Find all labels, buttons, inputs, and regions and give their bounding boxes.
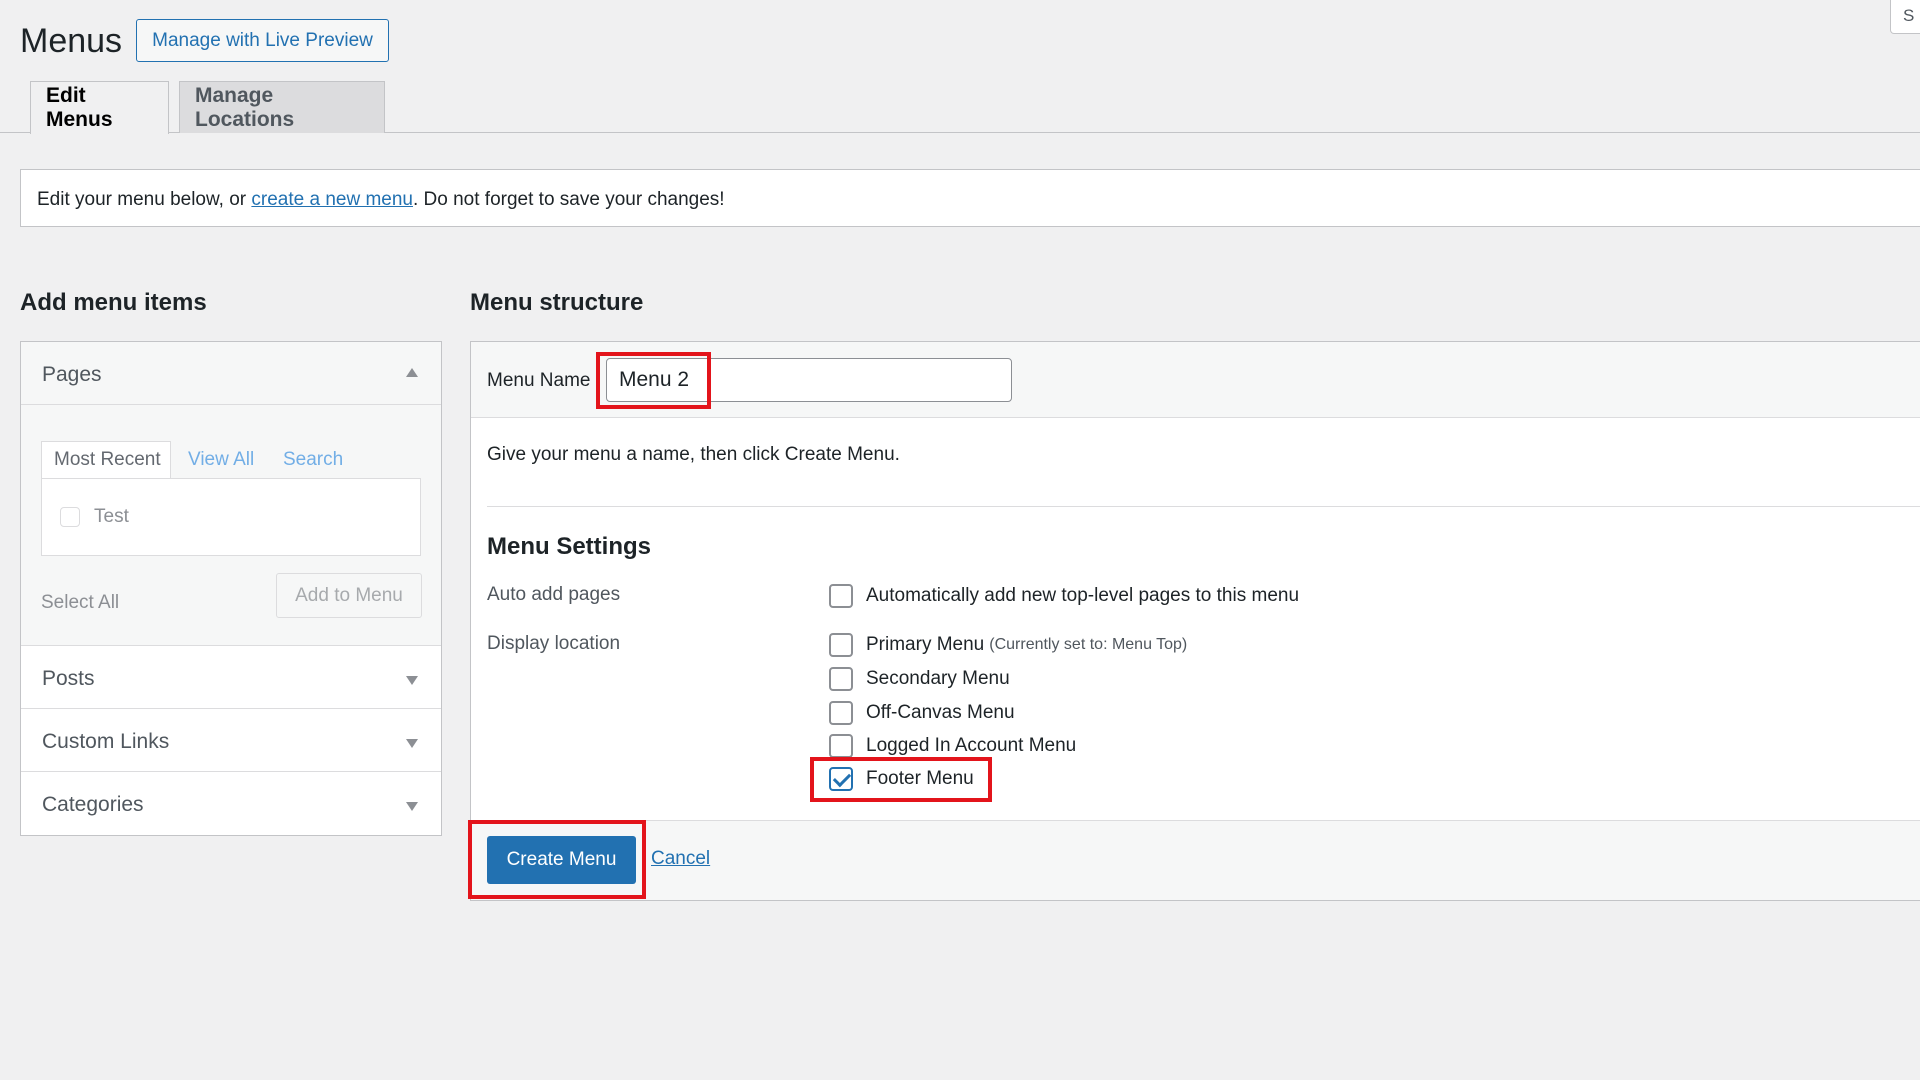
divider [487, 506, 1920, 507]
location-option-off-canvas[interactable]: Off-Canvas Menu [829, 701, 1015, 725]
tab-edit-menus[interactable]: Edit Menus [30, 81, 169, 134]
pages-section-title: Pages [42, 363, 102, 386]
auto-add-pages-label: Auto add pages [487, 584, 621, 605]
subtab-search[interactable]: Search [283, 449, 343, 471]
pages-section-body: Most Recent View All Search Test Select … [21, 405, 441, 646]
screen-options-button[interactable]: S [1890, 0, 1920, 34]
custom-links-section-title: Custom Links [42, 730, 170, 753]
page-list: Test [41, 478, 421, 556]
notice-text-before: Edit your menu below, or [37, 189, 252, 210]
pages-section-header[interactable]: Pages [21, 342, 441, 405]
posts-section-title: Posts [42, 667, 95, 690]
location-option-logged-in[interactable]: Logged In Account Menu [829, 734, 1076, 758]
manage-live-preview-button[interactable]: Manage with Live Preview [136, 19, 389, 62]
menu-instructions: Give your menu a name, then click Create… [487, 444, 900, 465]
logged-in-menu-checkbox[interactable] [829, 734, 853, 758]
location-option-primary[interactable]: Primary Menu (Currently set to: Menu Top… [829, 633, 1187, 657]
menu-settings-heading: Menu Settings [487, 533, 652, 560]
primary-menu-checkbox[interactable] [829, 633, 853, 657]
secondary-menu-label: Secondary Menu [866, 668, 1010, 689]
auto-add-option-label: Automatically add new top-level pages to… [866, 585, 1300, 606]
off-canvas-menu-checkbox[interactable] [829, 701, 853, 725]
subtab-most-recent[interactable]: Most Recent [41, 441, 171, 479]
arrow-down-icon [406, 676, 418, 685]
categories-section-header[interactable]: Categories [21, 772, 441, 835]
page-title: Menus [20, 22, 123, 60]
arrow-down-icon [406, 739, 418, 748]
tab-manage-locations[interactable]: Manage Locations [179, 81, 385, 133]
menu-structure-heading: Menu structure [470, 289, 644, 316]
add-menu-items-heading: Add menu items [20, 289, 207, 316]
add-items-accordion: Pages Most Recent View All Search Test S… [20, 341, 442, 836]
posts-section-header[interactable]: Posts [21, 646, 441, 709]
subtab-view-all[interactable]: View All [188, 449, 254, 471]
logged-in-menu-label: Logged In Account Menu [866, 735, 1077, 756]
auto-add-checkbox[interactable] [829, 584, 853, 608]
footer-menu-checkbox[interactable] [829, 767, 853, 791]
custom-links-section-header[interactable]: Custom Links [21, 709, 441, 772]
primary-menu-label: Primary Menu [866, 634, 985, 655]
menu-actions-bar: Create Menu Cancel [471, 820, 1920, 900]
off-canvas-menu-label: Off-Canvas Menu [866, 702, 1015, 723]
create-menu-button[interactable]: Create Menu [487, 836, 636, 884]
page-label-test: Test [94, 506, 129, 527]
nav-tabs: Edit Menus Manage Locations [0, 81, 1920, 134]
page-checkbox-test[interactable] [60, 507, 80, 527]
arrow-down-icon [406, 802, 418, 811]
arrow-up-icon [406, 368, 418, 377]
display-location-label: Display location [487, 633, 621, 654]
menu-name-input[interactable] [606, 358, 1012, 402]
auto-add-option[interactable]: Automatically add new top-level pages to… [829, 584, 1299, 608]
primary-menu-note: (Currently set to: Menu Top) [989, 636, 1188, 653]
location-option-footer[interactable]: Footer Menu [829, 767, 974, 791]
location-option-secondary[interactable]: Secondary Menu [829, 667, 1010, 691]
menu-name-bar: Menu Name [471, 342, 1920, 418]
select-all-link[interactable]: Select All [41, 592, 119, 614]
menu-name-label: Menu Name [487, 370, 591, 391]
categories-section-title: Categories [42, 793, 144, 816]
menu-structure-panel: Menu Name Give your menu a name, then cl… [470, 341, 1920, 901]
notice-box: Edit your menu below, or create a new me… [20, 169, 1920, 227]
add-to-menu-button[interactable]: Add to Menu [276, 573, 422, 618]
notice-text-after: . Do not forget to save your changes! [412, 189, 725, 210]
secondary-menu-checkbox[interactable] [829, 667, 853, 691]
create-new-menu-link[interactable]: create a new menu [251, 189, 413, 210]
footer-menu-label: Footer Menu [866, 768, 974, 789]
cancel-link[interactable]: Cancel [651, 848, 710, 870]
